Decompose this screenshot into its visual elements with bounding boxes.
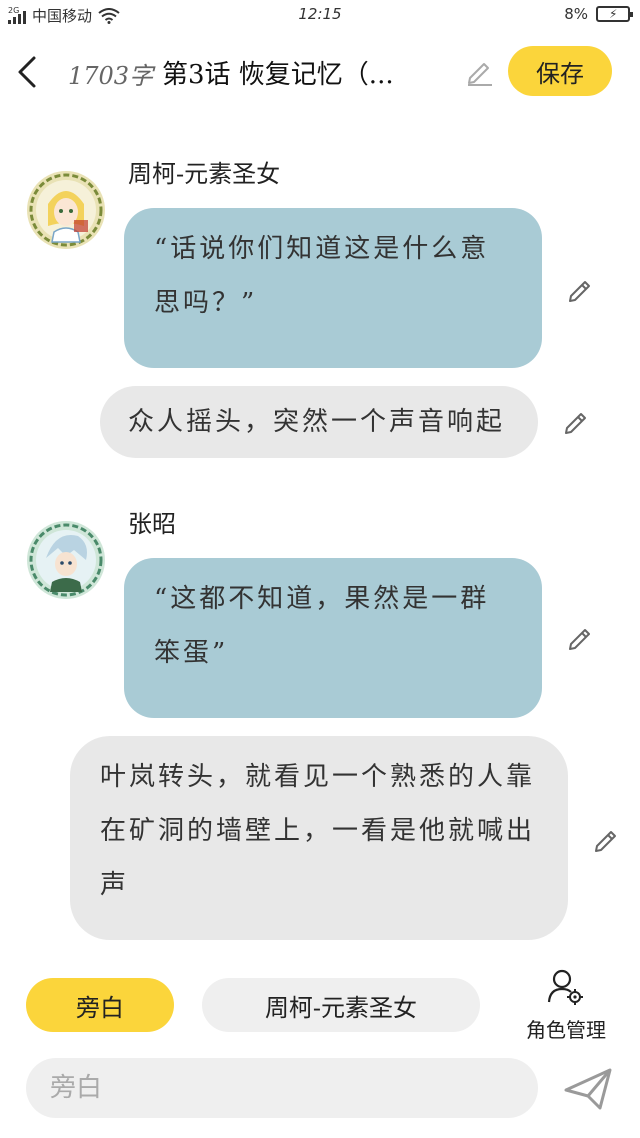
word-count: 1703字	[68, 62, 154, 90]
chapter-title[interactable]: 第3话 恢复记忆（...	[162, 54, 452, 91]
avatar[interactable]	[26, 170, 106, 250]
editor-header: 1703字 第3话 恢复记忆（... 保存	[0, 36, 640, 108]
character-avatar-icon	[27, 521, 105, 599]
role-manage-label: 角色管理	[526, 1018, 606, 1042]
speaker-name: 周柯-元素圣女	[128, 160, 281, 188]
dialog-bubble[interactable]: “话说你们知道这是什么意思吗？”	[124, 208, 542, 368]
status-time: 12:15	[298, 5, 342, 23]
character-tab[interactable]: 周柯-元素圣女	[202, 978, 480, 1032]
edit-message-icon[interactable]	[562, 406, 592, 436]
status-right: 8% ⚡	[564, 5, 633, 23]
status-bar: 2G 中国移动 12:15 8% ⚡	[0, 0, 640, 32]
user-gear-icon	[547, 969, 583, 1005]
edit-message-icon[interactable]	[566, 622, 596, 652]
narration-bubble[interactable]: 叶岚转头，就看见一个熟悉的人靠在矿洞的墙壁上，一看是他就喊出声	[70, 736, 568, 940]
narrator-tab[interactable]: 旁白	[26, 978, 174, 1032]
back-button[interactable]	[10, 50, 46, 94]
character-avatar-icon	[27, 171, 105, 249]
edit-message-icon[interactable]	[566, 274, 596, 304]
battery-percent: 8%	[564, 5, 588, 23]
avatar[interactable]	[26, 520, 106, 600]
speaker-name: 张昭	[128, 510, 176, 538]
edit-title-icon[interactable]	[464, 56, 494, 86]
battery-icon: ⚡	[596, 6, 633, 22]
send-icon[interactable]	[560, 1062, 616, 1114]
message-input[interactable]	[26, 1058, 538, 1118]
edit-message-icon[interactable]	[592, 824, 622, 854]
dialog-bubble[interactable]: “这都不知道，果然是一群笨蛋”	[124, 558, 542, 718]
narration-bubble[interactable]: 众人摇头，突然一个声音响起	[100, 386, 538, 458]
role-manage-button[interactable]: 角色管理	[516, 968, 616, 1042]
save-button[interactable]: 保存	[508, 46, 612, 96]
